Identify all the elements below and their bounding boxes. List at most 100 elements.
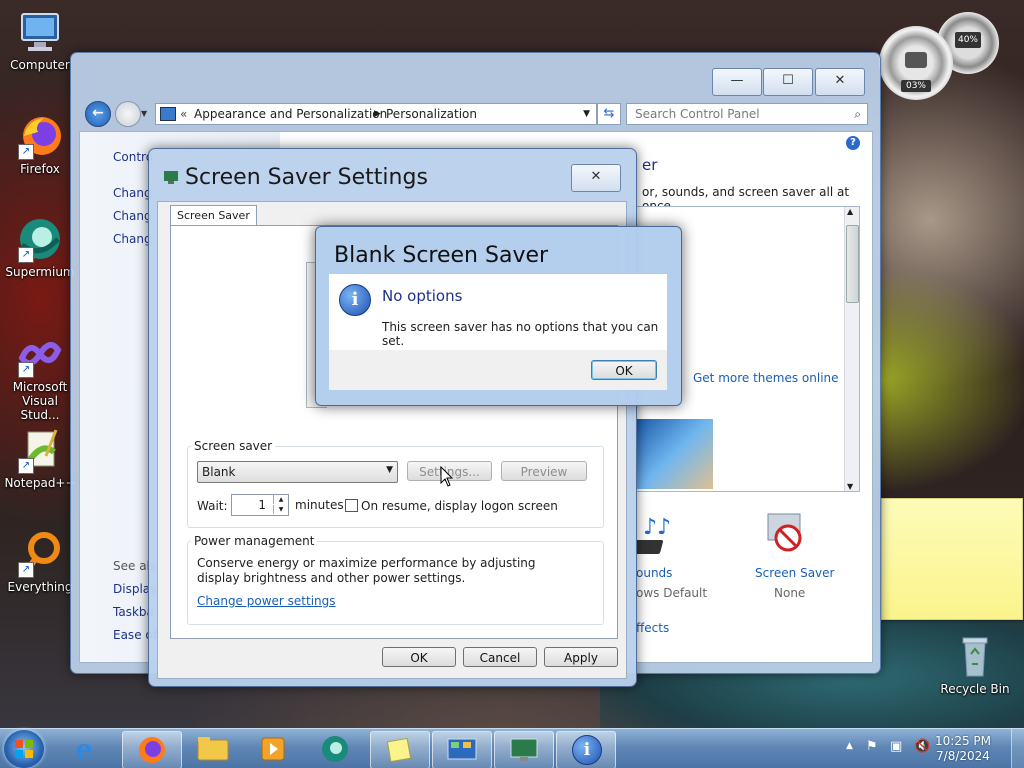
screen-saver-icon [764,512,808,558]
screen-saver-link[interactable]: Screen Saver [755,566,834,580]
dialog-title: Screen Saver Settings [185,165,428,190]
refresh-button[interactable]: ⇆ [597,103,621,125]
taskbar-screen-saver-settings[interactable] [494,731,554,768]
taskbar-sticky-notes[interactable] [370,731,430,768]
desktop-icon-label: Computer [10,58,70,72]
folder-icon [197,737,229,761]
preview-button[interactable]: Preview [501,461,587,481]
breadcrumb-item[interactable]: Appearance and Personalization [194,104,387,124]
taskbar-clock[interactable]: 10:25 PM 7/8/2024 [930,734,996,764]
message-body: This screen saver has no options that yo… [382,320,659,348]
desktop-icon-firefox[interactable]: ↗ Firefox [0,112,80,176]
message-box-content: i No options This screen saver has no op… [329,274,667,350]
minimize-icon: — [730,73,744,88]
breadcrumb-separator-icon[interactable]: ▶ [374,104,381,124]
taskbar-firefox[interactable] [122,731,182,768]
left-nav-link[interactable]: Chang [113,232,152,246]
forward-button[interactable] [115,101,141,127]
network-icon[interactable]: ▣ [890,739,902,754]
action-center-flag-icon[interactable]: ⚑ [866,739,878,754]
address-bar[interactable]: « Appearance and Personalization ▶ Perso… [155,103,597,125]
message-ok-button[interactable]: OK [591,360,657,380]
themes-scrollbar[interactable]: ▲ ▼ [844,207,859,491]
media-player-icon [261,737,285,761]
taskbar-media-player[interactable] [244,731,302,767]
recycle-bin-icon [951,632,999,680]
minimize-button[interactable]: — [712,68,762,96]
stepper-down-icon[interactable]: ▼ [273,505,288,514]
left-nav-link[interactable]: Chang [113,209,152,223]
ok-button[interactable]: OK [382,647,456,667]
taskbar-internet-explorer[interactable]: e [62,731,120,767]
effects-link[interactable]: ffects [636,621,669,635]
clock-date: 7/8/2024 [936,749,990,763]
maximize-button[interactable]: ☐ [763,68,813,96]
cpu-chip-icon [905,52,927,68]
scroll-up-icon[interactable]: ▲ [847,207,853,216]
notepadpp-icon: ↗ [16,426,64,474]
scrollbar-thumb[interactable] [846,225,859,303]
back-arrow-icon: ← [92,105,104,121]
start-button[interactable] [4,730,44,768]
sounds-link[interactable]: ounds [636,566,672,580]
change-power-settings-link[interactable]: Change power settings [197,594,336,608]
breadcrumb-item[interactable]: Personalization [386,104,477,124]
taskbar-file-explorer[interactable] [184,731,242,767]
control-panel-icon [447,738,477,760]
clock-time: 10:25 PM [935,734,991,748]
close-icon: ✕ [590,169,602,184]
message-box-title: Blank Screen Saver [334,243,549,268]
shortcut-arrow-icon: ↗ [18,362,34,378]
search-placeholder: Search Control Panel [635,107,760,121]
dialog-close-button[interactable]: ✕ [571,164,621,192]
cpu-meter-gadget[interactable]: 03% [879,26,953,100]
wait-minutes-stepper[interactable]: 1 ▲ ▼ [231,494,289,516]
desktop-icon-label: Notepad++ [4,476,76,490]
recent-pages-chevron-icon[interactable]: ▼ [141,109,147,118]
resume-logon-checkbox[interactable] [345,499,358,512]
apply-button[interactable]: Apply [544,647,618,667]
information-icon: i [572,735,602,765]
desktop-icon-visual-studio[interactable]: ↗ Microsoft Visual Stud... [0,330,80,422]
taskbar-message-box[interactable]: i [556,731,616,768]
taskbar: e i ▲ ⚑ ▣ 🔇 10:25 PM 7/8/2024 [0,728,1024,768]
volume-muted-icon[interactable]: 🔇 [914,739,930,754]
desktop: Computer ↗ Firefox ↗ Supermium ↗ Microso… [0,0,1024,768]
desktop-icon-everything[interactable]: ↗ Everything [0,530,80,594]
show-hidden-icons-chevron-icon[interactable]: ▲ [846,741,853,751]
supermium-icon: ↗ [16,215,64,263]
stepper-up-icon[interactable]: ▲ [273,495,288,504]
desktop-icon-label: Firefox [20,162,60,176]
desktop-icon-supermium[interactable]: ↗ Supermium [0,215,80,279]
taskbar-supermium[interactable] [306,731,364,767]
desktop-icon-notepadpp[interactable]: ↗ Notepad++ [0,426,80,490]
maximize-icon: ☐ [782,73,794,88]
shortcut-arrow-icon: ↗ [18,458,34,474]
get-more-themes-link[interactable]: Get more themes online [693,371,839,385]
theme-thumbnail[interactable] [635,419,713,489]
left-nav-link[interactable]: Chang [113,186,152,200]
breadcrumb-overflow-icon[interactable]: « [180,104,187,124]
search-input[interactable]: Search Control Panel ⌕ [626,103,868,125]
close-button[interactable]: ✕ [815,68,865,96]
sticky-note[interactable] [881,498,1023,620]
screen-saver-select[interactable]: Blank ▼ [197,461,398,483]
scroll-down-icon[interactable]: ▼ [847,482,853,491]
desktop-icon-computer[interactable]: Computer [0,8,80,72]
computer-icon [16,8,64,56]
message-box-footer: OK [329,350,667,390]
everything-search-icon: ↗ [16,530,64,578]
wait-label: Wait: [197,499,228,513]
show-desktop-button[interactable] [1011,729,1024,768]
power-management-label: Power management [191,534,318,548]
screen-saver-value: None [774,586,806,600]
cancel-button[interactable]: Cancel [463,647,537,667]
desktop-icon-recycle-bin[interactable]: Recycle Bin [935,632,1015,696]
back-button[interactable]: ← [85,101,111,127]
page-heading: er [642,156,658,174]
taskbar-control-panel[interactable] [432,731,492,768]
help-icon[interactable]: ? [846,136,860,150]
tab-screen-saver[interactable]: Screen Saver [170,205,257,226]
power-description: Conserve energy or maximize performance … [197,556,536,585]
address-dropdown-icon[interactable]: ▼ [583,104,590,124]
